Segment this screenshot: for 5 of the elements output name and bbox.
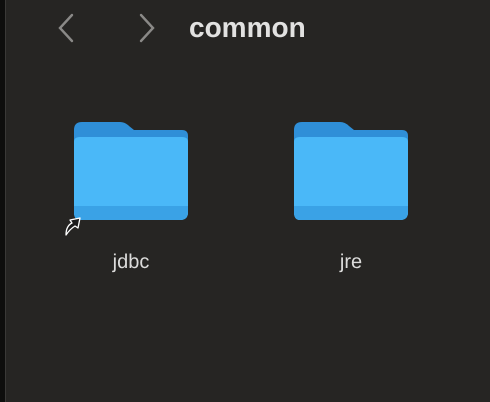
window-title: common [189, 12, 306, 44]
chevron-left-icon [58, 13, 74, 43]
folder-name: jre [340, 251, 362, 274]
folder-name: jdbc [112, 251, 150, 274]
chevron-right-icon [139, 13, 155, 43]
